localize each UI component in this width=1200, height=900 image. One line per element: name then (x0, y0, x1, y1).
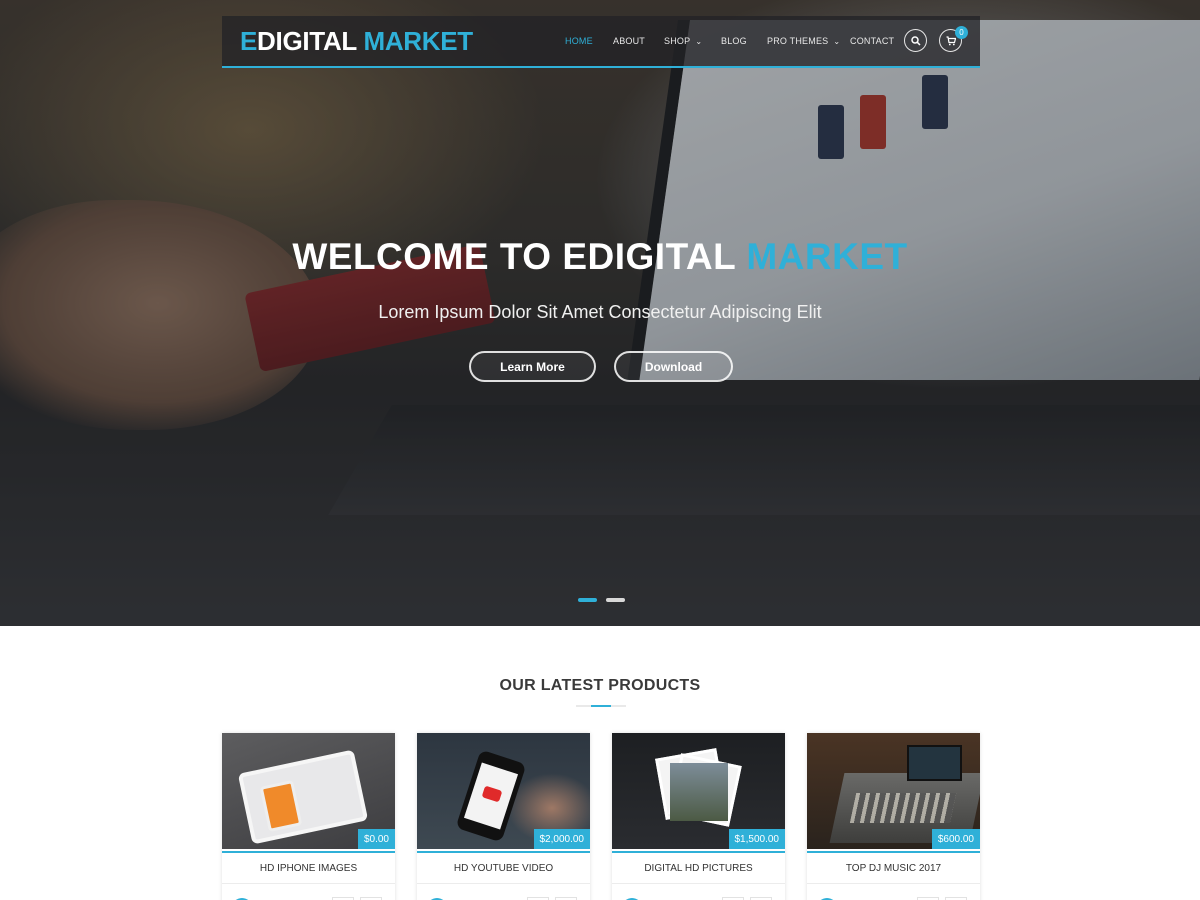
product-card[interactable]: $2,000.00 HD YOUTUBE VIDEO (417, 733, 590, 900)
product-price: $600.00 (931, 829, 980, 849)
logo-prefix: E (240, 26, 258, 56)
nav-item-about[interactable]: ABOUT (613, 36, 645, 46)
chevron-down-icon: ⌄ (833, 37, 841, 46)
product-name[interactable]: DIGITAL HD PICTURES (612, 851, 785, 883)
nav-item-blog[interactable]: BLOG (721, 36, 747, 46)
product-price: $1,500.00 (728, 829, 785, 849)
product-name[interactable]: TOP DJ MUSIC 2017 (807, 851, 980, 883)
hero-title-accent: MARKET (746, 236, 908, 277)
search-icon (910, 35, 921, 46)
tablet-graphic (237, 749, 369, 845)
hero-title: WELCOME TO EDIGITAL MARKET (0, 236, 1200, 278)
logo-mid: DIGITAL (257, 26, 364, 56)
slider-dot-2[interactable] (606, 598, 625, 602)
product-name[interactable]: HD YOUTUBE VIDEO (417, 851, 590, 883)
product-card[interactable]: $0.00 HD IPHONE IMAGES (222, 733, 395, 900)
logo-accent: MARKET (363, 26, 473, 56)
title-divider-accent (591, 705, 611, 707)
download-button[interactable]: Download (614, 351, 733, 382)
product-name[interactable]: HD IPHONE IMAGES (222, 851, 395, 883)
monitor-graphic (907, 745, 962, 781)
product-card-footer (612, 883, 785, 900)
product-price: $0.00 (357, 829, 395, 849)
slider-dot-1[interactable] (578, 598, 597, 602)
learn-more-button[interactable]: Learn More (469, 351, 596, 382)
search-button[interactable] (904, 29, 927, 52)
nav-item-shop-label: SHOP (664, 36, 691, 46)
nav-item-shop[interactable]: SHOP ⌄ (664, 36, 702, 46)
site-header: EDIGITAL MARKET HOME ABOUT SHOP ⌄ BLOG PR… (222, 16, 980, 68)
product-card-footer (222, 883, 395, 900)
photo-graphic (670, 763, 728, 821)
nav-item-home[interactable]: HOME (565, 36, 593, 46)
product-card-footer (417, 883, 590, 900)
section-title: OUR LATEST PRODUCTS (499, 677, 701, 694)
site-logo[interactable]: EDIGITAL MARKET (240, 26, 473, 57)
cart-count-badge: 0 (955, 26, 968, 39)
nav-item-pro-themes[interactable]: PRO THEMES ⌄ (767, 36, 840, 46)
nav-item-contact[interactable]: CONTACT (850, 36, 894, 46)
hero-title-main: WELCOME TO EDIGITAL (292, 236, 747, 277)
product-card-footer (807, 883, 980, 900)
chevron-down-icon: ⌄ (695, 37, 703, 46)
cart-icon (946, 35, 956, 45)
product-card[interactable]: $1,500.00 DIGITAL HD PICTURES (612, 733, 785, 900)
mixer-knobs-graphic (849, 793, 957, 823)
hero-slider: WELCOME TO EDIGITAL MARKET Lorem Ipsum D… (0, 0, 1200, 626)
hero-subtitle: Lorem Ipsum Dolor Sit Amet Consectetur A… (378, 302, 822, 322)
product-card[interactable]: $600.00 TOP DJ MUSIC 2017 (807, 733, 980, 900)
nav-item-pro-themes-label: PRO THEMES (767, 36, 829, 46)
product-price: $2,000.00 (533, 829, 590, 849)
